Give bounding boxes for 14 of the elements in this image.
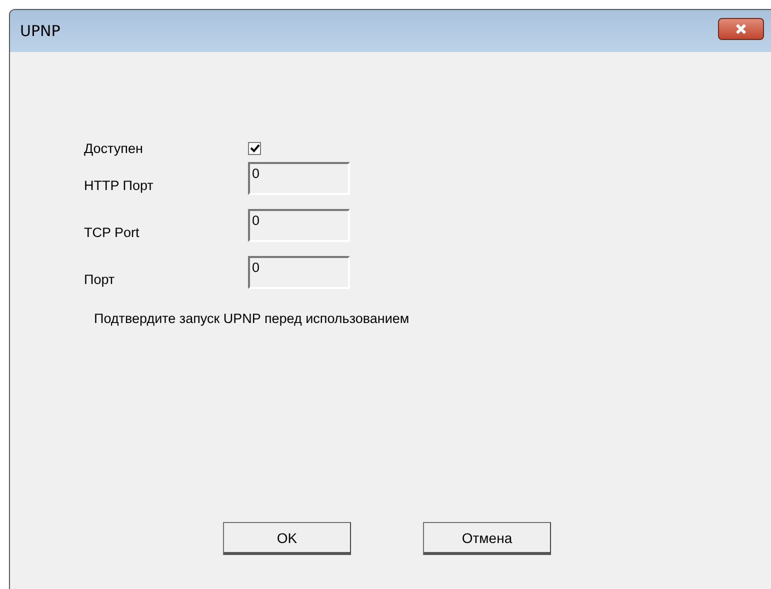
field-label: HTTP Порт	[84, 178, 154, 193]
port-input-field[interactable]: 0	[248, 256, 350, 289]
close-button[interactable]	[718, 18, 764, 40]
cancel-button[interactable]: Отмена	[423, 522, 551, 555]
port-input-field[interactable]: 0	[248, 209, 350, 242]
ok-button[interactable]: OK	[223, 522, 351, 555]
enabled-checkbox[interactable]	[248, 142, 261, 154]
field-label: TCP Port	[84, 225, 140, 240]
port-input-field[interactable]: 0	[248, 162, 350, 195]
field-label: Порт	[84, 272, 116, 287]
field-label: Доступен	[84, 140, 144, 156]
hint-text: Подтвердите запуск UPNP перед использованием	[94, 311, 410, 326]
close-icon	[734, 23, 748, 35]
window-title: UPNP	[20, 22, 60, 40]
